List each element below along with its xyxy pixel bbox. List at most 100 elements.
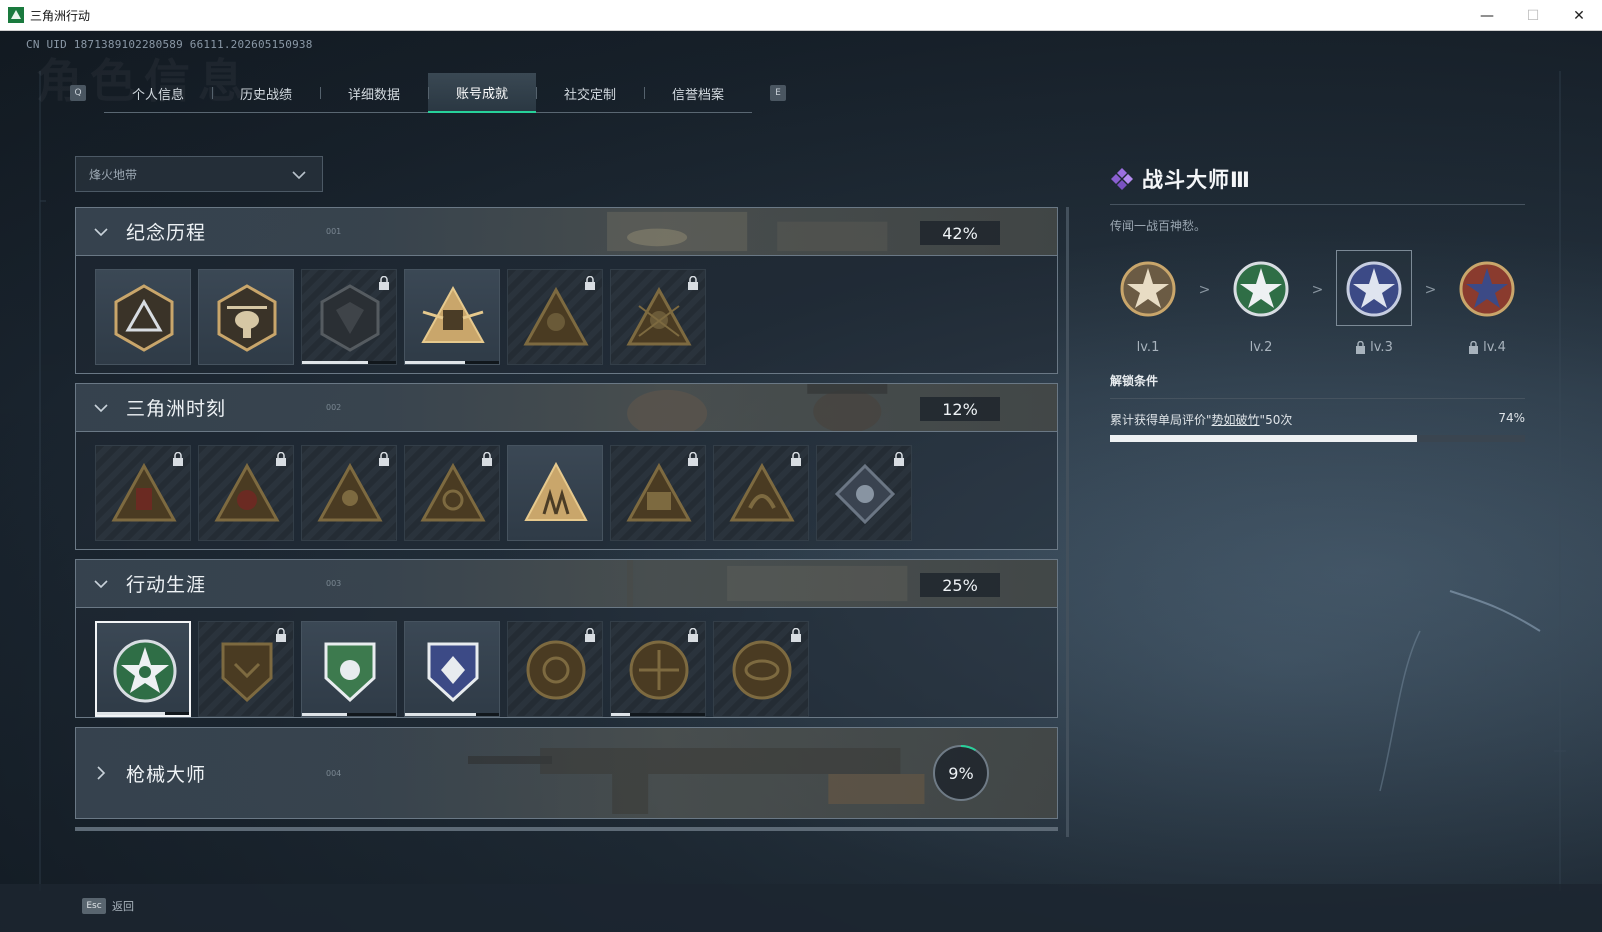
category-percent: 9%: [948, 763, 974, 783]
lock-icon: [379, 452, 389, 466]
level-arrow: >: [1424, 282, 1437, 298]
achievement-badge[interactable]: [816, 445, 912, 541]
unlock-condition: 累计获得单局评价"势如破竹"50次 74%: [1110, 411, 1525, 428]
lock-icon: [482, 452, 492, 466]
badge-progress-fill: [302, 713, 348, 716]
condition-progress-bar: [1110, 435, 1525, 442]
blue-star-medal-icon: [1346, 261, 1402, 317]
tab-next-key[interactable]: E: [770, 85, 786, 101]
achievement-detail-panel: 战斗大师Ⅲ 传闻一战百神愁。 lv.1 > lv.2 > lv.3 > lv.4…: [1110, 164, 1525, 442]
game-screen: 角色信息 CN UID 1871389102280589 66111.20260…: [0, 31, 1602, 932]
mode-filter-dropdown[interactable]: 烽火地带: [75, 156, 323, 192]
lock-icon: [791, 452, 801, 466]
lock-icon: [379, 276, 389, 290]
achievement-badge[interactable]: [713, 445, 809, 541]
badge-row: [76, 432, 1057, 549]
window-titlebar: 三角洲行动 — ☐ ✕: [0, 0, 1602, 31]
mode-filter-value: 烽火地带: [89, 167, 138, 182]
achievement-badge[interactable]: [198, 621, 294, 717]
badge-progress-fill: [611, 713, 630, 716]
crosshair-medal-icon: [629, 640, 689, 700]
level-label-locked: lv.3: [1336, 340, 1412, 355]
level-label: lv.3: [1370, 340, 1393, 355]
player-uid: CN UID 1871389102280589 66111.2026051509…: [26, 38, 313, 51]
chevron-shield-icon: [221, 642, 273, 703]
delta-figure-icon: [214, 462, 280, 522]
achievement-badge-selected[interactable]: [95, 621, 191, 717]
badge-progress-fill: [302, 361, 368, 364]
bottom-bar: [0, 884, 1602, 932]
badge-row: [76, 608, 1057, 718]
maximize-button[interactable]: ☐: [1510, 0, 1556, 31]
category-header[interactable]: 枪械大师 004 9%: [76, 728, 1057, 818]
list-scrollbar[interactable]: [1066, 207, 1069, 837]
level-2[interactable]: lv.2: [1223, 256, 1299, 355]
minimize-button[interactable]: —: [1464, 0, 1510, 31]
lock-icon: [585, 276, 595, 290]
category-delta-moments: 三角洲时刻 002 12%: [75, 383, 1058, 550]
category-header[interactable]: 三角洲时刻 002 12%: [76, 384, 1057, 432]
diamond-cluster-icon: [1111, 168, 1133, 190]
category-operations-career: 行动生涯 003 25%: [75, 559, 1058, 718]
achievement-badge[interactable]: [404, 445, 500, 541]
back-button[interactable]: Esc 返回: [82, 898, 134, 914]
tab-social-custom[interactable]: 社交定制: [536, 73, 644, 113]
achievement-badge[interactable]: [507, 445, 603, 541]
close-button[interactable]: ✕: [1556, 0, 1602, 31]
delta-figure-icon: [729, 462, 795, 522]
badge-progress-fill: [405, 361, 466, 364]
tab-prev-key[interactable]: Q: [70, 85, 86, 101]
chevron-down-icon: [94, 227, 108, 236]
triangle-emblem-icon: [114, 284, 174, 352]
green-shield-icon: [324, 642, 376, 703]
achievement-badge[interactable]: [404, 621, 500, 717]
condition-percent: 74%: [1498, 411, 1525, 425]
category-header[interactable]: 纪念历程 001 42%: [76, 208, 1057, 256]
tab-personal-info[interactable]: 个人信息: [104, 73, 212, 113]
tab-credit-record[interactable]: 信誉档案: [644, 73, 752, 113]
achievement-badge[interactable]: [507, 621, 603, 717]
achievement-badge[interactable]: [95, 269, 191, 365]
diamond-emblem-icon: [834, 463, 896, 525]
category-header[interactable]: 行动生涯 003 25%: [76, 560, 1057, 608]
delta-figure-icon: [111, 462, 177, 522]
level-label-locked: lv.4: [1449, 340, 1525, 355]
lock-icon: [894, 452, 904, 466]
medic-emblem-icon: [523, 286, 589, 346]
achievement-badge[interactable]: [610, 621, 706, 717]
tab-achievements[interactable]: 账号成就: [428, 73, 536, 113]
delta-figure-icon: [317, 462, 383, 522]
category-name: 行动生涯: [126, 574, 207, 596]
achievement-badge[interactable]: [95, 445, 191, 541]
achievement-badge[interactable]: [301, 445, 397, 541]
condition-prefix: 累计获得单局评价": [1110, 413, 1212, 427]
tab-bar: Q 个人信息 历史战绩 详细数据 账号成就 社交定制 信誉档案 E: [70, 73, 786, 113]
category-index: 004: [326, 768, 342, 778]
level-track: lv.1 > lv.2 > lv.3 > lv.4: [1110, 250, 1525, 366]
achievement-badge[interactable]: [198, 269, 294, 365]
category-percent: 42%: [920, 221, 1000, 245]
badge-row: [76, 256, 1057, 373]
chevron-right-icon: [97, 766, 106, 780]
chevron-down-icon: [94, 403, 108, 412]
tab-detailed-data[interactable]: 详细数据: [320, 73, 428, 113]
condition-progress-fill: [1110, 435, 1418, 442]
achievement-badge[interactable]: [198, 445, 294, 541]
tab-match-history[interactable]: 历史战绩: [212, 73, 320, 113]
achievement-badge[interactable]: [713, 621, 809, 717]
achievement-badge[interactable]: [404, 269, 500, 365]
achievement-badge[interactable]: [301, 269, 397, 365]
achievement-badge[interactable]: [507, 269, 603, 365]
eye-medal-icon: [732, 640, 792, 700]
delta-squad-icon: [524, 461, 588, 521]
category-weapon-master[interactable]: 枪械大师 004 9%: [75, 727, 1058, 819]
tab-strip: 个人信息 历史战绩 详细数据 账号成就 社交定制 信誉档案: [104, 73, 752, 113]
detail-title: 战斗大师Ⅲ: [1142, 168, 1251, 192]
level-3-selected[interactable]: lv.3: [1336, 250, 1412, 355]
achievement-badge[interactable]: [610, 445, 706, 541]
category-name: 三角洲时刻: [126, 398, 227, 420]
level-1[interactable]: lv.1: [1110, 256, 1186, 355]
achievement-badge[interactable]: [301, 621, 397, 717]
achievement-badge[interactable]: [610, 269, 706, 365]
level-4[interactable]: lv.4: [1449, 256, 1525, 355]
